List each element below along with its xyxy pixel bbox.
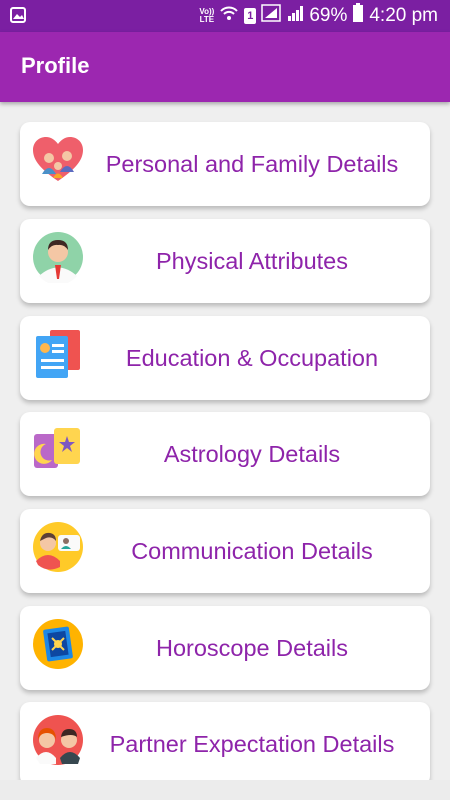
profile-menu-list[interactable]: Personal and Family Details Physical Att… <box>0 102 450 780</box>
chat-people-icon <box>32 521 84 573</box>
menu-item-horoscope[interactable]: Horoscope Details <box>20 606 430 690</box>
menu-item-label: Physical Attributes <box>155 247 348 274</box>
bottom-edge <box>0 780 450 800</box>
signal-icon <box>261 4 282 28</box>
sim-icon: 1 <box>244 8 257 24</box>
menu-item-physical-attributes[interactable]: Physical Attributes <box>20 219 430 303</box>
horoscope-chart-icon <box>32 618 84 670</box>
menu-item-astrology[interactable]: Astrology Details <box>20 412 430 496</box>
page-title: Profile <box>21 53 90 78</box>
menu-item-partner-expectation[interactable]: Partner Expectation Details <box>20 702 430 780</box>
menu-item-label: Partner Expectation Details <box>109 730 395 757</box>
menu-item-label: Education & Occupation <box>125 344 379 371</box>
clock: 4:20 pm <box>369 5 438 26</box>
battery-percent: 69% <box>309 5 348 26</box>
menu-item-label: Personal and Family Details <box>105 150 399 177</box>
menu-item-communication[interactable]: Communication Details <box>20 509 430 593</box>
app-bar: Profile <box>0 32 450 102</box>
gallery-icon <box>10 7 26 28</box>
couple-icon <box>32 714 84 766</box>
menu-item-label: Astrology Details <box>163 440 341 467</box>
battery-icon <box>352 3 364 29</box>
documents-icon <box>32 328 84 380</box>
menu-item-education-occupation[interactable]: Education & Occupation <box>20 316 430 400</box>
menu-item-label: Horoscope Details <box>155 634 348 661</box>
heart-family-icon <box>32 134 84 186</box>
menu-item-label: Communication Details <box>131 537 373 564</box>
menu-item-personal-family[interactable]: Personal and Family Details <box>20 122 430 206</box>
wifi-icon <box>219 4 239 28</box>
status-bar: Vo)) LTE 1 69% 4:20 pm <box>0 0 450 32</box>
moon-star-cards-icon <box>32 424 84 476</box>
volte-icon: Vo)) LTE <box>199 7 215 24</box>
man-avatar-icon <box>32 231 84 285</box>
signal-2-icon <box>286 4 304 28</box>
